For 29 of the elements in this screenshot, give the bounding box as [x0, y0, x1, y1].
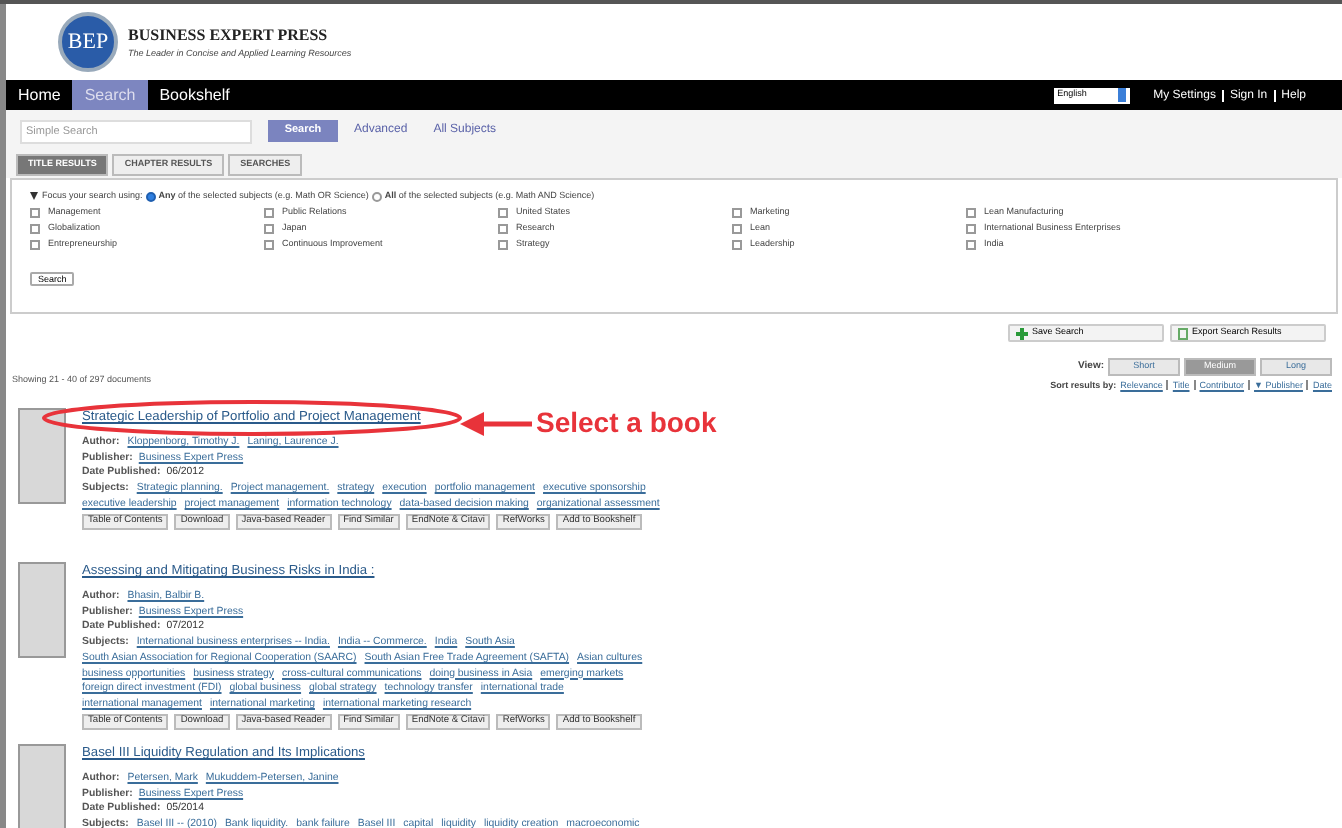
annotation-arrow [460, 412, 532, 436]
subject-checkbox[interactable] [498, 224, 508, 235]
radio-button[interactable] [372, 191, 383, 201]
subject-checkbox[interactable] [498, 240, 508, 251]
brand-title: BUSINESS EXPERT PRESS [128, 23, 330, 48]
subject-checkbox[interactable] [732, 224, 742, 235]
annotation-label: Select a book [536, 406, 717, 438]
subject-checkbox[interactable] [30, 224, 40, 235]
subject-checkbox[interactable] [966, 240, 976, 251]
book-cover-placeholder[interactable] [18, 408, 66, 504]
disclosure-triangle-icon[interactable] [30, 192, 38, 200]
subject-checkbox[interactable] [264, 240, 274, 251]
logo-badge: BEP [58, 12, 118, 72]
plus-icon [1016, 327, 1028, 339]
radio-button[interactable] [146, 191, 157, 201]
subject-checkbox[interactable] [30, 208, 40, 219]
export-icon [1178, 327, 1188, 339]
nav-tab[interactable]: Home [6, 80, 73, 110]
subject-checkbox[interactable] [732, 208, 742, 219]
subject-checkbox[interactable] [966, 224, 976, 235]
book-cover-placeholder[interactable] [18, 744, 66, 828]
subject-checkbox[interactable] [264, 224, 274, 235]
book-cover-placeholder[interactable] [18, 562, 66, 658]
subject-checkbox[interactable] [264, 208, 274, 219]
subject-checkbox[interactable] [966, 208, 976, 219]
nav-tab[interactable]: Bookshelf [147, 80, 242, 110]
subject-checkbox[interactable] [30, 240, 40, 251]
subject-checkbox[interactable] [498, 208, 508, 219]
subject-checkbox[interactable] [732, 240, 742, 251]
